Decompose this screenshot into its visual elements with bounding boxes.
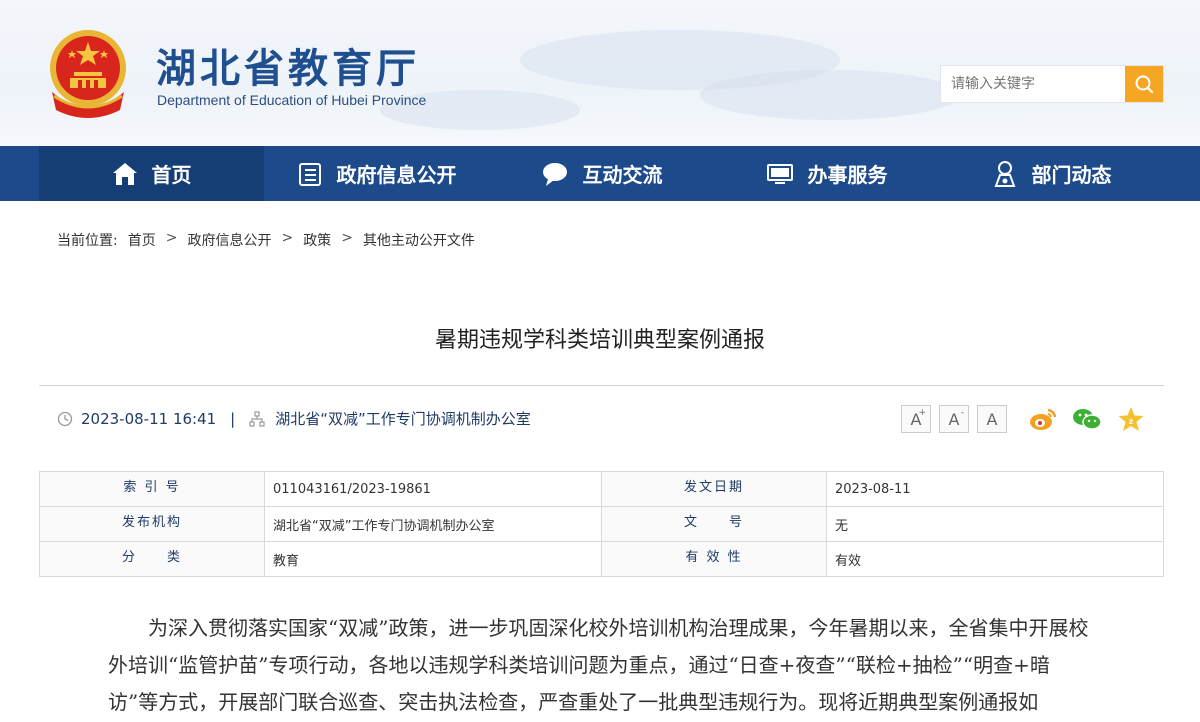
nav-label: 办事服务 xyxy=(807,163,888,187)
home-icon xyxy=(112,162,137,185)
search-icon xyxy=(1135,75,1154,94)
chat-bubble-icon xyxy=(542,162,567,186)
table-row: 发布机构 湖北省“双减”工作专门协调机制办公室 文 号 无 xyxy=(39,506,1164,542)
document-icon xyxy=(298,162,321,186)
star-icon: z xyxy=(1118,407,1144,431)
category-label: 分 类 xyxy=(39,541,265,577)
national-emblem-icon[interactable] xyxy=(44,26,132,122)
site-subtitle: Department of Education of Hubei Provinc… xyxy=(157,92,427,108)
index-value: 011043161/2023-19861 xyxy=(264,471,602,507)
breadcrumb-home[interactable]: 首页 xyxy=(128,230,156,250)
font-increase-button[interactable]: A + xyxy=(901,405,931,433)
nav-label: 首页 xyxy=(151,163,192,187)
nav-label: 政府信息公开 xyxy=(336,163,457,187)
breadcrumb-prefix: 当前位置: xyxy=(57,233,118,249)
clock-icon xyxy=(57,411,73,426)
search-box xyxy=(940,65,1164,103)
svg-text:z: z xyxy=(1129,417,1134,426)
font-decrease-button[interactable]: A- xyxy=(939,405,969,433)
site-title[interactable]: 湖北省教育厅 xyxy=(156,36,420,94)
wechat-icon xyxy=(1073,409,1102,430)
date-label: 发文日期 xyxy=(601,471,827,507)
breadcrumb: 当前位置: 首页 > 政府信息公开 > 政策 > 其他主动公开文件 xyxy=(57,230,475,250)
nav-item-interaction[interactable]: 互动交流 xyxy=(489,146,714,201)
title-divider xyxy=(39,385,1164,386)
main-nav: 首页 政府信息公开 互动交流 办事服务 部门动态 xyxy=(0,146,1200,201)
org-label: 发布机构 xyxy=(39,506,265,542)
nav-label: 部门动态 xyxy=(1031,163,1112,187)
breadcrumb-separator: > xyxy=(165,230,178,246)
category-value: 教育 xyxy=(264,541,602,577)
breadcrumb-other-files[interactable]: 其他主动公开文件 xyxy=(363,230,475,250)
docno-value: 无 xyxy=(826,506,1164,542)
index-label: 索 引 号 xyxy=(39,471,265,507)
docno-label: 文 号 xyxy=(601,506,827,542)
site-header: 湖北省教育厅 Department of Education of Hubei … xyxy=(0,0,1200,146)
article-body: 为深入贯彻落实国家“双减”政策，进一步巩固深化校外培训机构治理成果，今年暑期以来… xyxy=(108,616,1089,714)
nav-item-dept-news[interactable]: 部门动态 xyxy=(939,146,1164,201)
nav-item-gov-info[interactable]: 政府信息公开 xyxy=(264,146,489,201)
nav-item-services[interactable]: 办事服务 xyxy=(714,146,939,201)
font-button-label: A xyxy=(948,409,960,429)
nav-item-home[interactable]: 首页 xyxy=(39,146,264,201)
meta-divider: | xyxy=(230,409,236,428)
share-weibo-button[interactable] xyxy=(1027,404,1059,434)
breadcrumb-separator: > xyxy=(281,230,294,246)
validity-value: 有效 xyxy=(826,541,1164,577)
person-badge-icon xyxy=(994,160,1015,187)
table-row: 索 引 号 011043161/2023-19861 发文日期 2023-08-… xyxy=(39,471,1164,507)
search-button[interactable] xyxy=(1125,66,1163,102)
monitor-icon xyxy=(766,163,793,184)
weibo-icon xyxy=(1030,408,1057,430)
publish-datetime: 2023-08-11 16:41 xyxy=(81,409,217,428)
table-row: 分 类 教育 有 效 性 有效 xyxy=(39,541,1164,577)
date-value: 2023-08-11 xyxy=(826,471,1164,507)
share-tools: z xyxy=(1027,404,1147,434)
font-size-tools: A + A- A xyxy=(901,405,1007,433)
favorite-button[interactable]: z xyxy=(1115,404,1147,434)
org-value: 湖北省“双减”工作专门协调机制办公室 xyxy=(264,506,602,542)
share-wechat-button[interactable] xyxy=(1071,404,1103,434)
publisher-name: 湖北省“双减”工作专门协调机制办公室 xyxy=(275,410,531,428)
font-button-label: A xyxy=(986,409,998,429)
validity-label: 有 效 性 xyxy=(601,541,827,577)
cloud-decoration xyxy=(700,70,960,120)
nav-label: 互动交流 xyxy=(582,163,663,187)
breadcrumb-policy[interactable]: 政策 xyxy=(303,230,331,250)
document-info-table: 索 引 号 011043161/2023-19861 发文日期 2023-08-… xyxy=(39,471,1164,577)
breadcrumb-gov-info[interactable]: 政府信息公开 xyxy=(187,230,271,250)
article-meta: 2023-08-11 16:41 | 湖北省“双减”工作专门协调机制办公室 xyxy=(57,408,531,429)
font-reset-button[interactable]: A xyxy=(977,405,1007,433)
article-title: 暑期违规学科类培训典型案例通报 xyxy=(434,328,765,353)
org-chart-icon xyxy=(249,410,265,427)
breadcrumb-separator: > xyxy=(341,230,353,246)
search-input[interactable] xyxy=(941,66,1125,102)
